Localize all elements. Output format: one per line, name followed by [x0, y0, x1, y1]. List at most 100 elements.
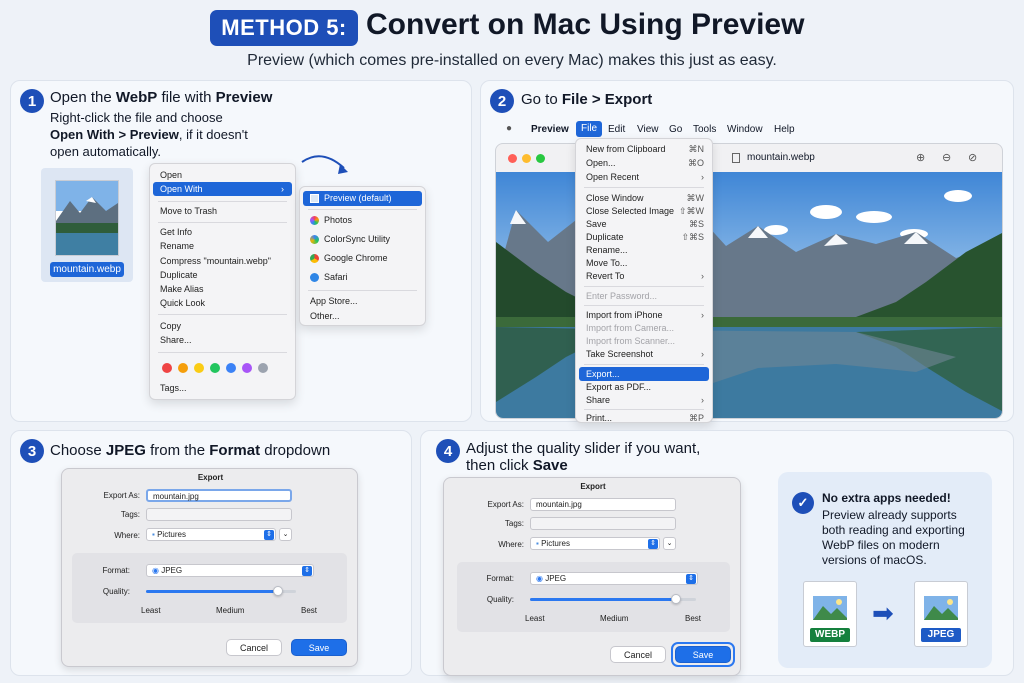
quality-slider-knob[interactable] [273, 586, 283, 596]
step-4-title-line-1: Adjust the quality slider if you want, [466, 440, 701, 457]
step-2-number: 2 [490, 89, 514, 113]
menubar-tools[interactable]: Tools [693, 124, 716, 135]
menu-duplicate[interactable]: Duplicate ⇧⌘S [576, 230, 712, 244]
submenu-item-preview[interactable]: Preview (default) [303, 191, 422, 206]
close-window-button[interactable] [508, 154, 517, 163]
page-title: Convert on Mac Using Preview [366, 8, 805, 41]
where-select-stepper-icon[interactable]: ⇕ [264, 530, 274, 540]
curved-arrow-icon [301, 155, 348, 174]
menu-item-open-with[interactable]: Open With › [153, 182, 292, 196]
menu-item-share[interactable]: Share... [150, 333, 295, 347]
jpeg-file-icon: JPEG [914, 581, 968, 647]
zoom-in-icon[interactable]: ⊕ [916, 151, 925, 164]
menu-rename[interactable]: Rename... [576, 243, 712, 257]
where-expand-button[interactable]: ⌄ [279, 528, 292, 541]
menu-item-rename[interactable]: Rename [150, 239, 295, 253]
menu-take-screenshot[interactable]: Take Screenshot › [576, 347, 712, 361]
menu-close-window[interactable]: Close Window ⌘W [576, 191, 712, 205]
where-label: Where: [498, 540, 524, 549]
menu-import-from-iphone[interactable]: Import from iPhone › [576, 308, 712, 322]
export-dialog-step4: Export Export As: mountain.jpg Tags: Whe… [443, 477, 741, 676]
menu-export[interactable]: Export... [579, 367, 709, 381]
cancel-button[interactable]: Cancel [226, 639, 282, 656]
submenu-item-other[interactable]: Other... [300, 309, 425, 323]
menubar-view[interactable]: View [637, 124, 659, 135]
quality-slider-fill [530, 598, 677, 601]
menu-item-copy[interactable]: Copy [150, 319, 295, 333]
step-4-title-line-2: then click Save [466, 457, 568, 474]
info-body-2: both reading and exporting [822, 523, 965, 537]
export-as-field[interactable]: mountain.jpg [530, 498, 676, 511]
menu-item-duplicate[interactable]: Duplicate [150, 268, 295, 282]
tag-colors-row [162, 363, 282, 373]
tag-color-dot[interactable] [194, 363, 204, 373]
format-select-stepper-icon[interactable]: ⇕ [686, 574, 696, 584]
tag-color-dot[interactable] [162, 363, 172, 373]
menubar-edit[interactable]: Edit [608, 124, 625, 135]
zoom-window-button[interactable] [536, 154, 545, 163]
menubar-preview[interactable]: Preview [531, 124, 569, 135]
file-icon-selected[interactable]: mountain.webp [41, 168, 133, 282]
file-name-label[interactable]: mountain.webp [50, 262, 124, 277]
menubar-file[interactable]: File [576, 121, 603, 137]
where-select[interactable]: ▪ Pictures [530, 537, 660, 550]
export-as-field[interactable]: mountain.jpg [146, 489, 292, 502]
step-1-title: Open the WebP file with Preview [50, 89, 273, 106]
menu-item-tags[interactable]: Tags... [150, 381, 295, 395]
menu-open[interactable]: Open... ⌘O [576, 156, 712, 170]
menu-share[interactable]: Share › [576, 393, 712, 407]
menu-item-compress[interactable]: Compress "mountain.webp" [150, 254, 295, 268]
menu-item-get-info[interactable]: Get Info [150, 225, 295, 239]
tag-color-dot[interactable] [242, 363, 252, 373]
page-subtitle: Preview (which comes pre-installed on ev… [247, 52, 777, 69]
format-select[interactable]: ◉ JPEG [530, 572, 698, 585]
tag-color-dot[interactable] [258, 363, 268, 373]
menu-export-as-pdf[interactable]: Export as PDF... [576, 380, 712, 394]
step-1-desc-line-1: Right-click the file and choose [50, 110, 223, 125]
save-button[interactable]: Save [675, 646, 731, 663]
file-thumbnail [55, 180, 119, 256]
submenu-item-safari[interactable]: Safari [300, 269, 425, 285]
menu-print[interactable]: Print... ⌘P [576, 411, 712, 425]
menu-new-from-clipboard[interactable]: New from Clipboard ⌘N [576, 142, 712, 156]
tag-color-dot[interactable] [226, 363, 236, 373]
zoom-out-icon[interactable]: ⊖ [942, 151, 951, 164]
where-expand-button[interactable]: ⌄ [663, 537, 676, 550]
cancel-button[interactable]: Cancel [610, 646, 666, 663]
submenu-item-photos[interactable]: Photos [300, 212, 425, 228]
save-button[interactable]: Save [291, 639, 347, 656]
where-select[interactable]: ▪ Pictures [146, 528, 276, 541]
step-1-desc-line-2: Open With > Preview, if it doesn't [50, 127, 248, 142]
preview-app-icon [310, 194, 319, 204]
menu-revert-to[interactable]: Revert To › [576, 269, 712, 283]
menu-close-selected-image[interactable]: Close Selected Image ⇧⌘W [576, 204, 712, 218]
menu-move-to[interactable]: Move To... [576, 256, 712, 270]
menu-item-open[interactable]: Open [150, 168, 295, 182]
format-select[interactable]: ◉ JPEG [146, 564, 314, 577]
menu-item-quick-look[interactable]: Quick Look [150, 296, 295, 310]
quality-slider-fill [146, 590, 278, 593]
quality-slider[interactable] [530, 594, 696, 604]
submenu-item-chrome[interactable]: Google Chrome [300, 250, 425, 266]
minimize-window-button[interactable] [522, 154, 531, 163]
tag-color-dot[interactable] [178, 363, 188, 373]
quality-slider[interactable] [146, 586, 296, 596]
colorsync-app-icon [310, 235, 319, 245]
tag-color-dot[interactable] [210, 363, 220, 373]
menu-item-make-alias[interactable]: Make Alias [150, 282, 295, 296]
menubar-go[interactable]: Go [669, 124, 682, 135]
where-select-stepper-icon[interactable]: ⇕ [648, 539, 658, 549]
menu-open-recent[interactable]: Open Recent › [576, 170, 712, 184]
menu-item-move-to-trash[interactable]: Move to Trash [150, 204, 295, 218]
tags-field[interactable] [530, 517, 676, 530]
step-1-desc-line-3: open automatically. [50, 144, 162, 159]
submenu-item-colorsync[interactable]: ColorSync Utility [300, 231, 425, 247]
menubar-help[interactable]: Help [774, 124, 795, 135]
format-select-stepper-icon[interactable]: ⇕ [302, 566, 312, 576]
apple-logo-icon[interactable]: ● [506, 123, 512, 134]
submenu-item-app-store[interactable]: App Store... [300, 294, 425, 308]
tags-field[interactable] [146, 508, 292, 521]
markup-icon[interactable]: ⊘ [968, 151, 977, 164]
menubar-window[interactable]: Window [727, 124, 763, 135]
menu-save[interactable]: Save ⌘S [576, 217, 712, 231]
